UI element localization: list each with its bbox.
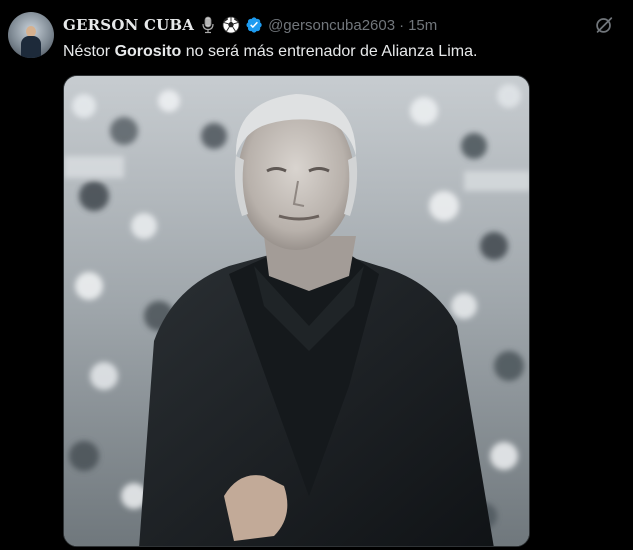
coach-photo	[64, 76, 529, 546]
header-separator: ·	[399, 16, 405, 34]
tweet-card[interactable]: GERSON CUBA @gersoncuba2603 · 15m Néstor…	[0, 0, 633, 550]
verified-badge-icon[interactable]	[245, 16, 263, 34]
tweet-text-bold: Gorosito	[114, 43, 182, 60]
tweet-text-part2: no será más entrenador de Alianza Lima.	[181, 43, 478, 60]
author-display-name[interactable]: GERSON CUBA	[63, 16, 194, 34]
author-handle[interactable]: @gersoncuba2603	[268, 17, 395, 34]
author-avatar[interactable]	[8, 12, 54, 58]
microphone-icon	[202, 16, 214, 34]
avatar-person-icon	[21, 26, 41, 58]
tweet-text-part1: Néstor	[63, 43, 115, 60]
tweet-header: GERSON CUBA @gersoncuba2603 · 15m	[63, 12, 437, 38]
tweet-text: Néstor Gorosito no será más entrenador d…	[63, 42, 623, 62]
tweet-media-photo[interactable]	[63, 75, 530, 547]
grok-icon[interactable]	[593, 14, 615, 36]
soccer-ball-icon	[222, 16, 240, 34]
hand	[224, 475, 288, 541]
tweet-timestamp[interactable]: 15m	[408, 17, 437, 34]
